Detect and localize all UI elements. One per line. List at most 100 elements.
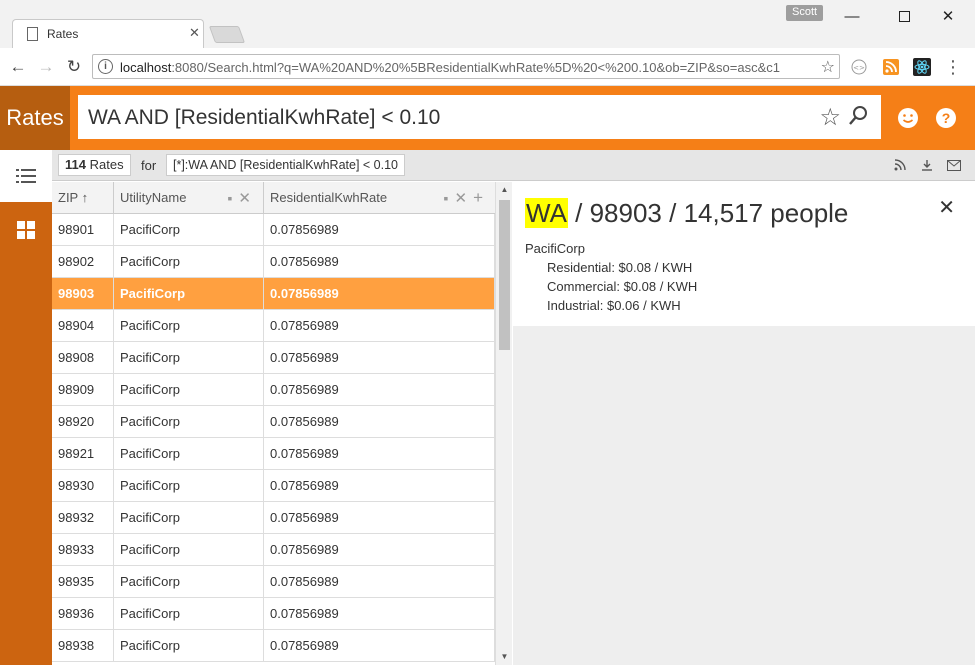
extension-icon[interactable]: <> — [850, 58, 868, 76]
browser-tab[interactable]: Rates ✕ — [12, 19, 204, 48]
menu-icon[interactable]: ⋮ — [944, 57, 962, 77]
cell-rate: 0.07856989 — [264, 310, 495, 342]
svg-text:?: ? — [942, 110, 951, 126]
table-row[interactable]: 98921 PacifiCorp 0.07856989 — [52, 438, 495, 470]
table-row[interactable]: 98920 PacifiCorp 0.07856989 — [52, 406, 495, 438]
column-header-zip[interactable]: ZIP ↑ — [52, 182, 114, 214]
list-view-button[interactable] — [0, 150, 52, 202]
table-row[interactable]: 98932 PacifiCorp 0.07856989 — [52, 502, 495, 534]
cell-rate: 0.07856989 — [264, 534, 495, 566]
favorite-star-icon[interactable]: ☆ — [819, 103, 841, 132]
search-input[interactable]: WA AND [ResidentialKwhRate] < 0.10 — [88, 106, 440, 130]
cell-rate: 0.07856989 — [264, 406, 495, 438]
commercial-rate: Commercial: $0.08 / KWH — [547, 279, 698, 294]
state-highlight: WA — [525, 198, 568, 228]
cell-rate: 0.07856989 — [264, 566, 495, 598]
cell-utility: PacifiCorp — [114, 534, 264, 566]
cell-zip: 98909 — [52, 374, 114, 406]
table-row[interactable]: 98938 PacifiCorp 0.07856989 — [52, 630, 495, 662]
list-icon — [16, 169, 36, 183]
grid-header: ZIP ↑ UtilityName ▪✕ ResidentialKwhRate … — [52, 182, 495, 214]
table-row[interactable]: 98935 PacifiCorp 0.07856989 — [52, 566, 495, 598]
column-options-icon: ▪ — [443, 190, 455, 206]
cell-utility: PacifiCorp — [114, 374, 264, 406]
cell-utility: PacifiCorp — [114, 438, 264, 470]
help-icon[interactable]: ? — [934, 106, 958, 130]
table-row[interactable]: 98903 PacifiCorp 0.07856989 — [52, 278, 495, 310]
remove-column-icon: ✕ — [238, 190, 257, 207]
forward-icon[interactable]: → — [34, 55, 58, 79]
cell-zip: 98904 — [52, 310, 114, 342]
grid-scrollbar[interactable]: ▲ ▼ — [495, 182, 512, 665]
cell-rate: 0.07856989 — [264, 598, 495, 630]
cell-zip: 98920 — [52, 406, 114, 438]
cell-zip: 98902 — [52, 246, 114, 278]
column-header-utilityname[interactable]: UtilityName ▪✕ — [114, 182, 264, 214]
industrial-rate: Industrial: $0.06 / KWH — [547, 298, 681, 313]
app-brand[interactable]: Rates — [0, 86, 70, 150]
table-row[interactable]: 98930 PacifiCorp 0.07856989 — [52, 470, 495, 502]
cell-utility: PacifiCorp — [114, 246, 264, 278]
cell-zip: 98903 — [52, 278, 114, 310]
table-row[interactable]: 98908 PacifiCorp 0.07856989 — [52, 342, 495, 374]
query-display[interactable]: [*]:WA AND [ResidentialKwhRate] < 0.10 — [166, 154, 405, 176]
column-actions[interactable]: ▪✕+ — [444, 182, 489, 215]
new-tab-button[interactable] — [208, 26, 246, 43]
scroll-up-icon[interactable]: ▲ — [496, 182, 513, 198]
cell-utility: PacifiCorp — [114, 598, 264, 630]
cell-utility: PacifiCorp — [114, 278, 264, 310]
scroll-down-icon[interactable]: ▼ — [496, 649, 513, 665]
table-row[interactable]: 98909 PacifiCorp 0.07856989 — [52, 374, 495, 406]
cell-zip: 98908 — [52, 342, 114, 374]
results-grid: ZIP ↑ UtilityName ▪✕ ResidentialKwhRate … — [52, 182, 495, 665]
detail-title: WA / 98903 / 14,517 people — [525, 198, 849, 228]
search-box[interactable]: WA AND [ResidentialKwhRate] < 0.10 ☆ — [78, 95, 881, 139]
cell-zip: 98935 — [52, 566, 114, 598]
cell-utility: PacifiCorp — [114, 406, 264, 438]
rss-icon[interactable] — [882, 58, 900, 76]
grid-icon — [17, 221, 35, 239]
cell-rate: 0.07856989 — [264, 246, 495, 278]
cell-rate: 0.07856989 — [264, 278, 495, 310]
left-rail — [0, 150, 52, 665]
table-row[interactable]: 98936 PacifiCorp 0.07856989 — [52, 598, 495, 630]
cell-utility: PacifiCorp — [114, 630, 264, 662]
cell-utility: PacifiCorp — [114, 470, 264, 502]
address-bar[interactable]: i localhost:8080/Search.html?q=WA%20AND%… — [92, 54, 840, 79]
detail-utility: PacifiCorp — [525, 241, 585, 256]
download-icon[interactable] — [920, 158, 934, 172]
for-label: for — [141, 158, 157, 173]
close-window-icon[interactable]: ✕ — [928, 3, 968, 29]
page-icon — [27, 27, 38, 41]
remove-column-icon: ✕ — [454, 190, 474, 207]
url-text[interactable]: localhost:8080/Search.html?q=WA%20AND%20… — [120, 60, 808, 75]
table-row[interactable]: 98902 PacifiCorp 0.07856989 — [52, 246, 495, 278]
cell-rate: 0.07856989 — [264, 438, 495, 470]
column-header-residentialkwhrate[interactable]: ResidentialKwhRate ▪✕+ — [264, 182, 495, 214]
maximize-icon[interactable] — [884, 3, 924, 29]
grid-view-button[interactable] — [0, 204, 52, 256]
smiley-icon[interactable] — [896, 106, 920, 130]
app-header: Rates WA AND [ResidentialKwhRate] < 0.10… — [0, 86, 975, 150]
back-icon[interactable]: ← — [6, 55, 30, 79]
cell-utility: PacifiCorp — [114, 310, 264, 342]
reload-icon[interactable]: ↻ — [62, 55, 86, 79]
search-icon[interactable] — [847, 105, 869, 127]
rss-feed-icon[interactable] — [893, 158, 907, 172]
minimize-icon[interactable]: — — [832, 3, 872, 29]
info-icon[interactable]: i — [98, 59, 113, 74]
tab-title: Rates — [47, 27, 79, 41]
profile-badge[interactable]: Scott — [786, 5, 824, 21]
close-tab-icon[interactable]: ✕ — [189, 25, 200, 41]
table-row[interactable]: 98933 PacifiCorp 0.07856989 — [52, 534, 495, 566]
residential-rate: Residential: $0.08 / KWH — [547, 260, 693, 275]
close-detail-icon[interactable]: ✕ — [938, 195, 955, 220]
mail-icon[interactable] — [947, 158, 961, 172]
table-row[interactable]: 98904 PacifiCorp 0.07856989 — [52, 310, 495, 342]
cell-rate: 0.07856989 — [264, 214, 495, 246]
scroll-thumb[interactable] — [499, 200, 510, 350]
react-devtools-icon[interactable] — [913, 58, 931, 76]
column-actions[interactable]: ▪✕ — [227, 182, 257, 215]
table-row[interactable]: 98901 PacifiCorp 0.07856989 — [52, 214, 495, 246]
bookmark-star-icon[interactable]: ☆ — [821, 57, 835, 77]
